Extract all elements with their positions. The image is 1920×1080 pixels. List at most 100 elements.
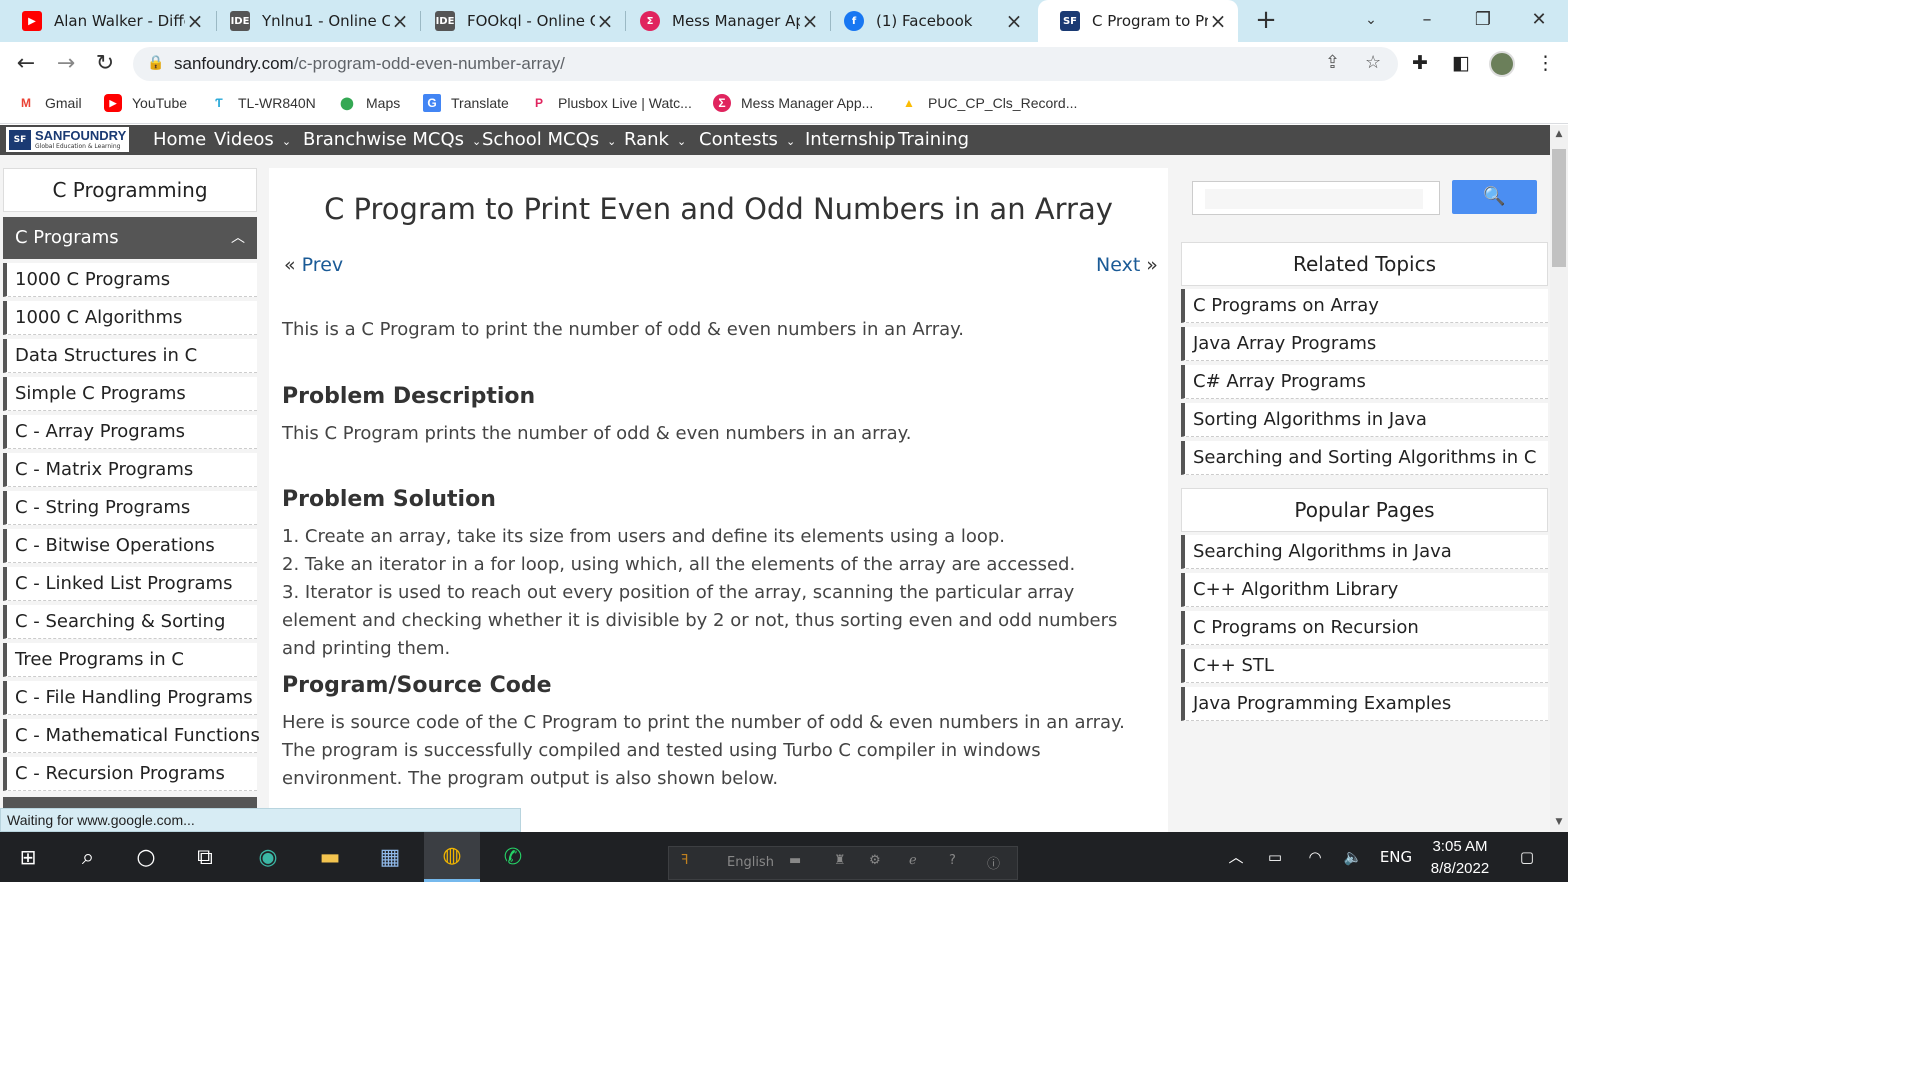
popular-item[interactable]: C++ Algorithm Library <box>1181 573 1548 607</box>
taskbar-edge[interactable]: ◉ <box>240 832 296 882</box>
site-logo[interactable]: SF SANFOUNDRY Global Education & Learnin… <box>6 127 130 152</box>
bookmark-star-icon[interactable]: ☆ <box>1365 52 1381 73</box>
search-button[interactable]: 🔍 <box>1452 180 1537 214</box>
popular-item[interactable]: C Programs on Recursion <box>1181 611 1548 645</box>
nav-rank[interactable]: Rank ⌄ <box>624 125 686 155</box>
sidebar-item[interactable]: Tree Programs in C <box>3 643 257 677</box>
sidebar-item[interactable]: C - File Handling Programs <box>3 681 257 715</box>
forward-button[interactable]: → <box>52 50 80 78</box>
related-item[interactable]: Sorting Algorithms in Java <box>1181 403 1548 437</box>
close-icon[interactable]: × <box>1004 9 1024 33</box>
related-item[interactable]: Searching and Sorting Algorithms in C <box>1181 441 1548 475</box>
nav-branchwise-mcqs[interactable]: Branchwise MCQs ⌄ <box>303 125 481 155</box>
start-button[interactable]: ⊞ <box>0 832 56 882</box>
popular-item[interactable]: Searching Algorithms in Java <box>1181 535 1548 569</box>
scroll-down-arrow-icon[interactable]: ▼ <box>1550 817 1568 827</box>
menu-icon[interactable]: ⋮ <box>1536 52 1555 74</box>
cortana-button[interactable]: ○ <box>118 832 174 882</box>
nav-internship[interactable]: Internship <box>805 125 896 155</box>
sidebar-item[interactable]: C - Searching & Sorting <box>3 605 257 639</box>
share-icon[interactable]: ⇪ <box>1325 52 1340 73</box>
close-icon[interactable]: × <box>185 9 205 33</box>
sidebar-item[interactable]: 1000 C Programs <box>3 263 257 297</box>
browser-tab-active[interactable]: SF C Program to Print × <box>1038 0 1238 42</box>
bookmark-maps[interactable]: ⬤ Maps <box>338 94 400 112</box>
scroll-up-arrow-icon[interactable]: ▲ <box>1550 129 1568 139</box>
bookmark-plusbox[interactable]: P Plusbox Live | Watc... <box>530 94 692 112</box>
back-button[interactable]: ← <box>12 50 40 78</box>
system-clock[interactable]: 3:05 AM 8/8/2022 <box>1420 836 1500 880</box>
extensions-icon[interactable]: ✚ <box>1412 52 1428 74</box>
prev-link[interactable]: « Prev <box>284 254 343 276</box>
popular-item[interactable]: C++ STL <box>1181 649 1548 683</box>
bookmark-translate[interactable]: G Translate <box>423 94 509 112</box>
notification-icon[interactable]: ▢ <box>1512 832 1542 882</box>
new-tab-button[interactable]: + <box>1252 6 1280 34</box>
lock-icon[interactable]: 🔒 <box>147 55 164 71</box>
bookmark-mess-manager[interactable]: Σ Mess Manager App... <box>713 94 873 112</box>
nav-home[interactable]: Home <box>153 125 206 155</box>
close-window-button[interactable]: ✕ <box>1511 0 1567 42</box>
profile-avatar[interactable] <box>1489 51 1515 77</box>
bookmark-drive[interactable]: ▲ PUC_CP_Cls_Record... <box>900 94 1077 112</box>
facebook-icon: f <box>844 11 864 31</box>
page-scrollbar[interactable]: ▲ ▼ <box>1550 125 1568 832</box>
sidebar-item[interactable]: 1000 C Algorithms <box>3 301 257 335</box>
volume-icon[interactable]: 🔈 <box>1340 832 1366 882</box>
ie-icon: ℯ <box>909 853 917 868</box>
browser-tab[interactable]: IDE Ynlnu1 - Online C C × <box>208 0 420 42</box>
related-item[interactable]: C# Array Programs <box>1181 365 1548 399</box>
nav-videos[interactable]: Videos ⌄ <box>214 125 291 155</box>
taskbar-chrome[interactable]: ◍ <box>424 832 480 882</box>
close-icon[interactable]: × <box>390 9 410 33</box>
browser-tab[interactable]: f (1) Facebook × <box>822 0 1034 42</box>
bookmark-gmail[interactable]: M Gmail <box>17 94 82 112</box>
sidebar-item[interactable]: Simple C Programs <box>3 377 257 411</box>
search-field[interactable] <box>1205 189 1423 209</box>
close-icon[interactable]: × <box>1208 9 1228 33</box>
search-input[interactable] <box>1192 181 1440 215</box>
browser-tab[interactable]: ▶ Alan Walker - Diffe × <box>0 0 215 42</box>
nav-contests[interactable]: Contests ⌄ <box>699 125 795 155</box>
battery-icon[interactable]: ▭ <box>1262 832 1288 882</box>
taskbar-calculator[interactable]: ▦ <box>362 832 418 882</box>
search-taskbar-button[interactable]: ⌕ <box>60 832 116 882</box>
restore-button[interactable]: ❐ <box>1455 0 1511 42</box>
wifi-icon[interactable]: ◠ <box>1302 832 1328 882</box>
tab-search-button[interactable]: ⌄ <box>1343 0 1399 42</box>
reload-button[interactable]: ↻ <box>91 50 119 78</box>
chevron-up-icon[interactable]: ︿ <box>1224 832 1248 882</box>
sidebar-item[interactable]: C - String Programs <box>3 491 257 525</box>
language-bar[interactable]: ꟻ English ▬ ♜ ⚙ ℯ ? ⓘ <box>668 846 1018 880</box>
sidebar-item[interactable]: C - Array Programs <box>3 415 257 449</box>
url-text[interactable]: sanfoundry.com/c-program-odd-even-number… <box>174 54 565 74</box>
nav-training[interactable]: Training <box>898 125 969 155</box>
nav-school-mcqs[interactable]: School MCQs ⌄ <box>482 125 616 155</box>
address-bar[interactable]: 🔒 sanfoundry.com/c-program-odd-even-numb… <box>133 47 1398 81</box>
taskbar-whatsapp[interactable]: ✆ <box>485 832 541 882</box>
bookmark-tplink[interactable]: Ƭ TL-WR840N <box>210 94 315 112</box>
minimize-button[interactable]: – <box>1399 0 1455 42</box>
popular-item[interactable]: Java Programming Examples <box>1181 687 1548 721</box>
scrollbar-thumb[interactable] <box>1552 149 1566 267</box>
close-icon[interactable]: × <box>800 9 820 33</box>
next-link[interactable]: Next » <box>1096 254 1158 276</box>
sidebar-item[interactable]: C - Mathematical Functions <box>3 719 260 753</box>
sidebar-item[interactable]: C - Recursion Programs <box>3 757 257 791</box>
browser-tab[interactable]: IDE FOOkql - Online C × <box>413 0 625 42</box>
related-item[interactable]: Java Array Programs <box>1181 327 1548 361</box>
taskbar-file-explorer[interactable]: ▬ <box>302 832 358 882</box>
input-language-indicator[interactable]: ENG <box>1376 832 1416 882</box>
sidebar-item[interactable]: C - Bitwise Operations <box>3 529 257 563</box>
browser-tab[interactable]: Σ Mess Manager App × <box>618 0 830 42</box>
sidebar-item[interactable]: Data Structures in C <box>3 339 257 373</box>
bookmark-youtube[interactable]: ▶ YouTube <box>104 94 187 112</box>
sidebar-category[interactable]: C Programs ︿ <box>3 217 257 259</box>
related-item[interactable]: C Programs on Array <box>1181 289 1548 323</box>
sidebar-item[interactable]: C - Matrix Programs <box>3 453 257 487</box>
chevron-up-icon[interactable]: ︿ <box>231 217 245 259</box>
task-view-button[interactable]: ⧉ <box>177 832 233 882</box>
side-panel-icon[interactable]: ◧ <box>1452 52 1470 74</box>
close-icon[interactable]: × <box>595 9 615 33</box>
sidebar-item[interactable]: C - Linked List Programs <box>3 567 257 601</box>
